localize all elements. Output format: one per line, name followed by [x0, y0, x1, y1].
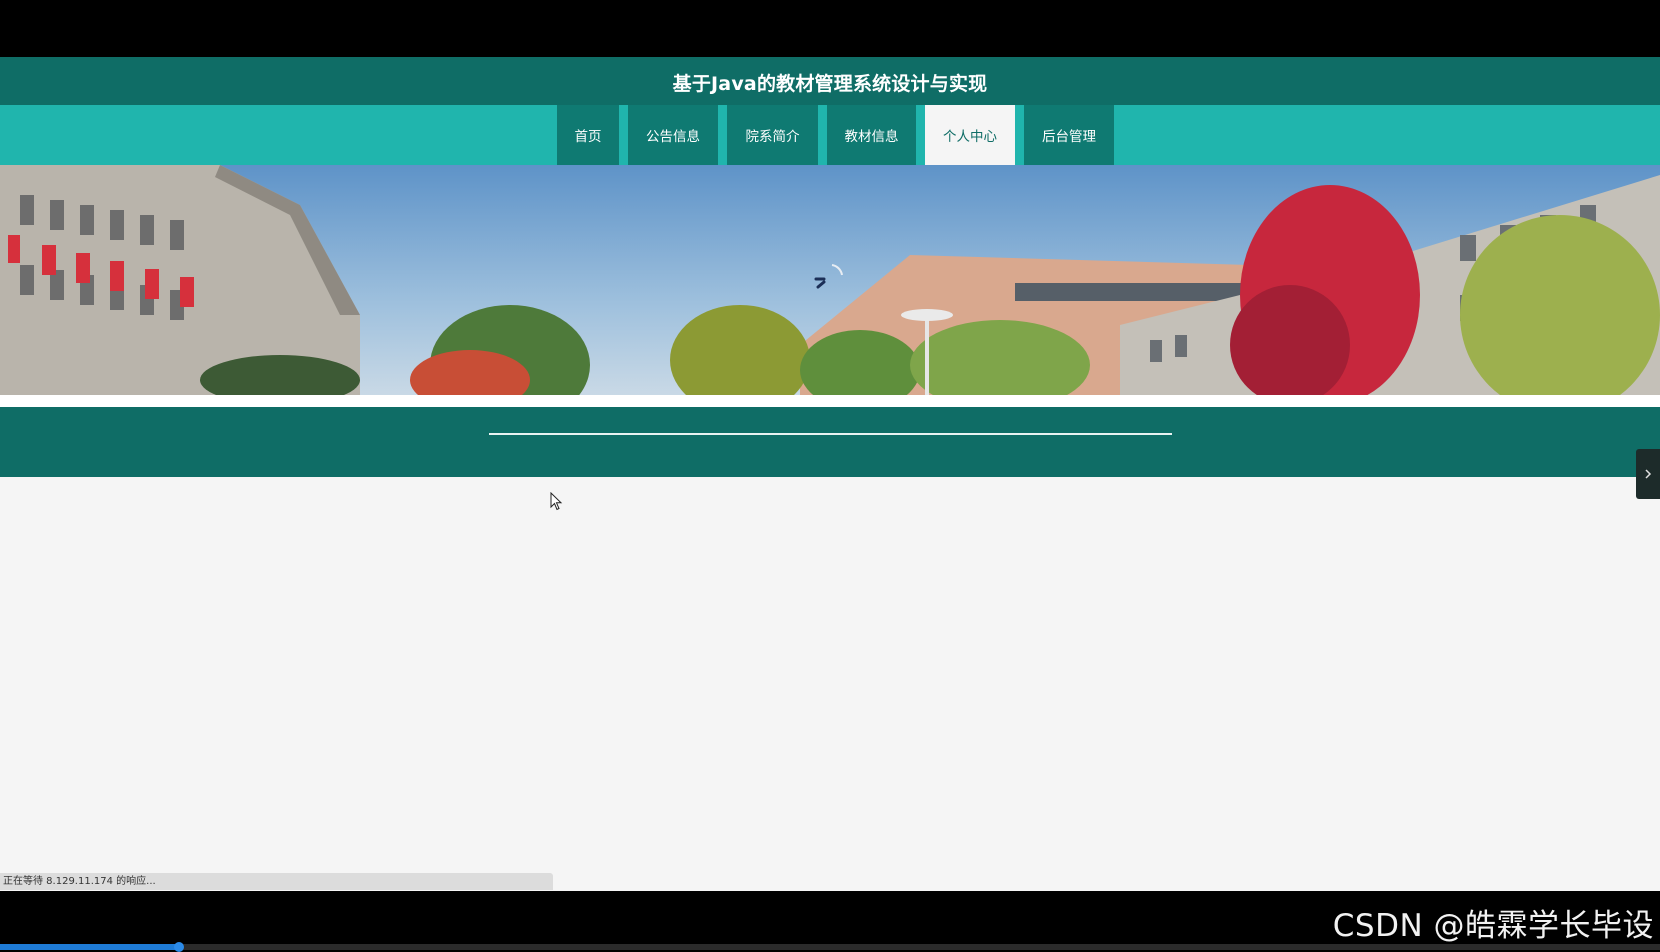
banner-divider: [0, 395, 1660, 407]
section-header-band: [0, 407, 1660, 477]
main-content: [0, 477, 1660, 891]
nav-item-admin[interactable]: 后台管理: [1024, 105, 1114, 165]
section-title-underline: [489, 433, 1172, 435]
screen: 基于Java的教材管理系统设计与实现 首页 公告信息 院系简介 教材信息 个人中…: [0, 0, 1660, 952]
site-title: 基于Java的教材管理系统设计与实现: [672, 72, 988, 95]
site-header: 基于Java的教材管理系统设计与实现: [0, 57, 1660, 105]
video-progress-fill: [0, 944, 179, 950]
csdn-watermark: CSDN @皓霖学长毕设: [1332, 908, 1654, 944]
nav-item-announcements[interactable]: 公告信息: [628, 105, 718, 165]
nav-item-textbooks[interactable]: 教材信息: [827, 105, 916, 165]
video-progress-handle[interactable]: [174, 942, 184, 952]
chevron-right-icon: [1645, 469, 1652, 479]
campus-banner-image: [0, 165, 1660, 395]
browser-status-bar: 正在等待 8.129.11.174 的响应...: [0, 873, 553, 890]
side-toggle-button[interactable]: [1636, 449, 1660, 499]
main-nav: 首页 公告信息 院系简介 教材信息 个人中心 后台管理: [0, 105, 1660, 165]
nav-items: 首页 公告信息 院系简介 教材信息 个人中心 后台管理: [557, 105, 1123, 165]
nav-item-personal-center[interactable]: 个人中心: [925, 105, 1015, 165]
nav-item-departments[interactable]: 院系简介: [727, 105, 818, 165]
campus-banner: [0, 165, 1660, 395]
mouse-pointer-icon: [550, 492, 563, 511]
nav-item-home[interactable]: 首页: [557, 105, 619, 165]
browser-page: 基于Java的教材管理系统设计与实现 首页 公告信息 院系简介 教材信息 个人中…: [0, 57, 1660, 891]
